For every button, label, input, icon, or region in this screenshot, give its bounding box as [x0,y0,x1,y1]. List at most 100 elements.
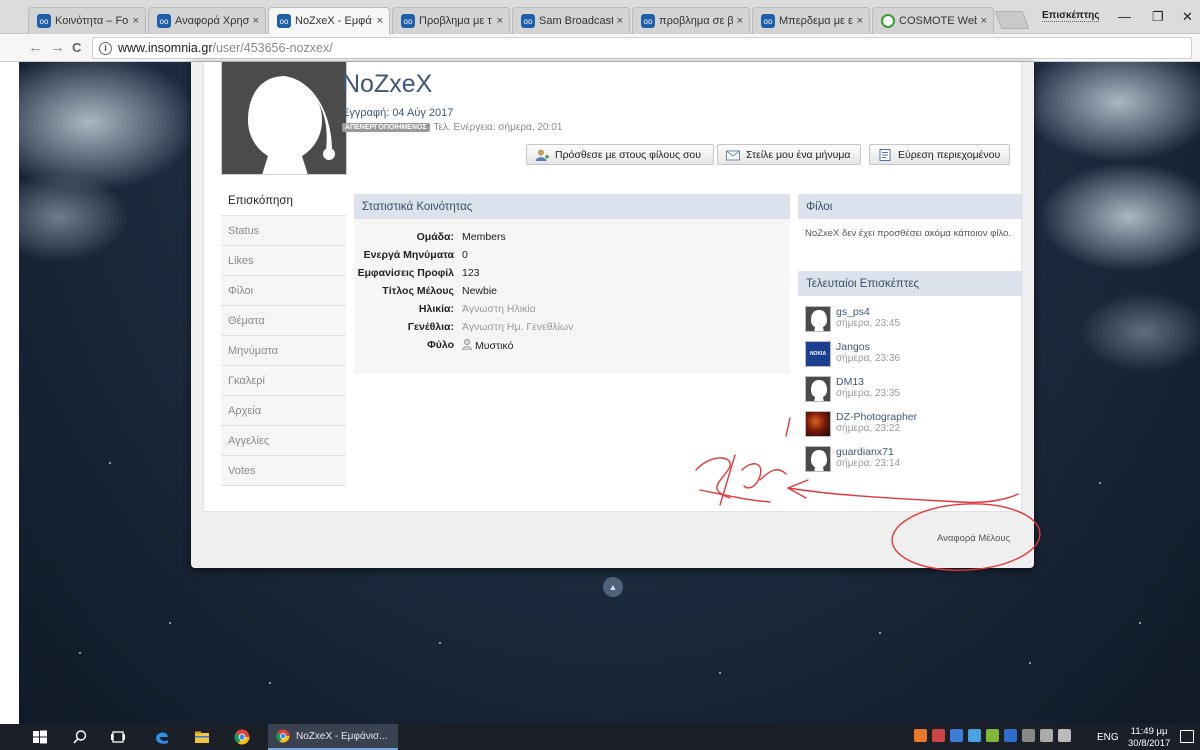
maximize-button[interactable]: ❐ [1152,9,1164,25]
chrome-icon[interactable] [234,729,250,745]
forward-button[interactable]: → [50,39,65,56]
browser-tab[interactable]: oo Μπερδεμα με ε × [752,7,870,34]
action-center-icon[interactable] [1180,730,1194,743]
visitor-time: σήμερα, 23:14 [836,458,901,469]
input-language[interactable]: ENG [1097,732,1119,743]
stat-key: Ηλικία: [418,303,454,315]
site-info-icon[interactable]: i [99,41,112,55]
nav-item-gallery[interactable]: Γκαλερί [221,366,346,396]
insomnia-favicon-icon: oo [761,14,775,28]
tray-network-icon[interactable] [1022,729,1035,742]
nav-item-status[interactable]: Status [221,216,346,246]
visitor-name[interactable]: Jangos [836,341,900,353]
tab-close-icon[interactable]: × [857,15,863,27]
stat-value: Άγνωστη Ημ. Γενεθλίων [462,321,574,333]
url-path: /user/453656-nozxex/ [212,41,333,55]
system-tray [914,729,1071,742]
visitor-item[interactable]: guardianx71 σήμερα, 23:14 [805,446,900,474]
taskbar-chrome-window[interactable]: NoZxeX - Εμφάνισ... [268,724,398,750]
search-icon[interactable] [72,729,88,745]
url-field[interactable]: i www.insomnia.gr/user/453656-nozxex/ [92,37,1192,59]
nav-item-overview[interactable]: Επισκόπηση [221,186,346,216]
visitor-avatar[interactable] [805,411,831,437]
visitor-item[interactable]: DZ-Photographer σήμερα, 23:22 [805,411,917,439]
tray-app-icon[interactable] [986,729,999,742]
back-button[interactable]: ← [28,39,43,56]
close-window-button[interactable]: ✕ [1182,9,1193,25]
browser-tab[interactable]: oo Sam Broadcaste × [512,7,630,34]
nav-item-friends[interactable]: Φίλοι [221,276,346,306]
profile-card-inner: NoZxeX Εγγραφή: 04 Αύγ 2017 ΑΠΕΝΕΡΓΟΠΟΙΗ… [203,62,1023,512]
tab-close-icon[interactable]: × [737,15,743,27]
browser-tab[interactable]: oo Προβλημα με τ × [392,7,510,34]
report-member-link[interactable]: Αναφορά Μέλους [937,533,1010,544]
visitor-item[interactable]: DM13 σήμερα, 23:35 [805,376,900,404]
stat-value: Μυστικό [462,339,513,352]
status-line: ΑΠΕΝΕΡΓΟΠΟΙΗΜΕΝΟΣ Τελ. Ενέργεια: σήμερα,… [342,122,562,133]
send-message-button[interactable]: Στείλε μου ένα μήνυμα [717,144,861,165]
tray-volume-icon[interactable] [1058,729,1071,742]
browser-tab[interactable]: oo Αναφορά Χρησ × [148,7,266,34]
reload-button[interactable]: C [72,40,81,55]
tab-label: Προβλημα με τ [419,15,492,27]
tab-close-icon[interactable]: × [617,15,623,27]
nav-item-files[interactable]: Αρχεία [221,396,346,426]
visitor-avatar[interactable] [805,446,831,472]
tray-app-icon[interactable] [914,729,927,742]
nav-item-topics[interactable]: Θέματα [221,306,346,336]
file-explorer-icon[interactable] [194,729,210,745]
visitor-avatar[interactable] [805,306,831,332]
edge-browser-icon[interactable] [154,729,170,745]
minimize-button[interactable]: — [1118,9,1131,24]
tab-close-icon[interactable]: × [981,15,987,27]
tab-close-icon[interactable]: × [497,15,503,27]
scroll-to-top-button[interactable]: ▲ [603,577,623,597]
nav-item-classifieds[interactable]: Αγγελίες [221,426,346,456]
visitor-time: σήμερα, 23:45 [836,318,901,329]
friends-empty-text: NoZxeX δεν έχει προσθέσει ακόμα κάποιον … [805,228,1011,239]
tray-app-icon[interactable] [932,729,945,742]
profile-button[interactable]: Επισκέπτης [1042,10,1100,22]
tab-close-icon[interactable]: × [133,15,139,27]
visitor-name[interactable]: guardianx71 [836,446,900,458]
visitor-name[interactable]: DM13 [836,376,900,388]
default-avatar-icon [811,450,827,471]
stat-row-gender: Φύλο Μυστικό [354,339,790,357]
system-clock[interactable]: 11:49 μμ 30/8/2017 [1128,726,1170,750]
browser-tab-active[interactable]: oo NoZxeX - Εμφά × [268,7,390,34]
visitor-item[interactable]: NOKIA Jangos σήμερα, 23:36 [805,341,900,369]
visitor-name[interactable]: DZ-Photographer [836,411,917,423]
add-friend-button[interactable]: Πρόσθεσε με στους φίλους σου [526,144,714,165]
browser-tab[interactable]: oo προβλημα σε β × [632,7,750,34]
stats-panel-title: Στατιστικά Κοινότητας [354,194,790,219]
browser-tab[interactable]: COSMOTE Web × [872,7,994,34]
insomnia-favicon-icon: oo [641,14,655,28]
visitor-name[interactable]: gs_ps4 [836,306,900,318]
visitor-avatar[interactable]: NOKIA [805,341,831,367]
task-view-icon[interactable] [110,729,126,745]
visitors-panel-title: Τελευταίοι Επισκέπτες [798,271,1023,296]
stat-row-group: Ομάδα: Members [354,231,790,249]
visitor-item[interactable]: gs_ps4 σήμερα, 23:45 [805,306,900,334]
find-content-button[interactable]: Εύρεση περιεχομένου [869,144,1010,165]
add-friend-icon [535,149,549,161]
tab-close-icon[interactable]: × [377,15,383,27]
stat-value: Newbie [462,285,498,297]
visitor-avatar[interactable] [805,376,831,402]
envelope-icon [726,149,740,161]
browser-tab[interactable]: oo Κοινότητα – Fo × [28,7,146,34]
tray-display-icon[interactable] [1040,729,1053,742]
tray-app-icon[interactable] [968,729,981,742]
nav-item-messages[interactable]: Μηνύματα [221,336,346,366]
nav-item-likes[interactable]: Likes [221,246,346,276]
nav-item-votes[interactable]: Votes [221,456,346,486]
default-avatar-icon [811,310,827,331]
tab-close-icon[interactable]: × [253,15,259,27]
secret-user-icon [462,339,472,351]
windows-start-icon[interactable] [32,729,48,745]
windows-taskbar: NoZxeX - Εμφάνισ... ENG 11:49 μμ 30/8/20… [0,724,1200,750]
tray-app-icon[interactable] [1004,729,1017,742]
new-tab-button[interactable] [994,11,1030,29]
tray-app-icon[interactable] [950,729,963,742]
stat-row-views: Εμφανίσεις Προφίλ 123 [354,267,790,285]
